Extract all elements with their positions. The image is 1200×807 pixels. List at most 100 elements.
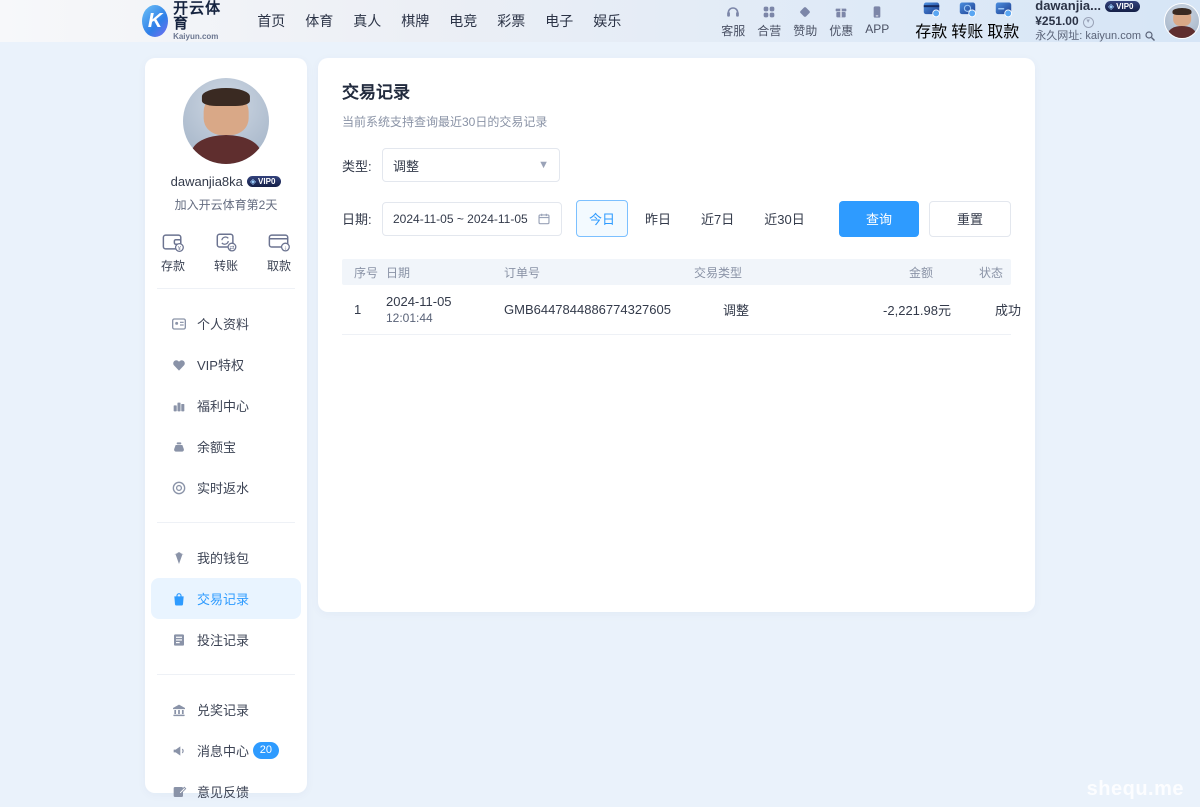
- topbar-username: dawanjia...: [1035, 0, 1101, 14]
- sidebar-transfer-button[interactable]: ⇄ 转账: [214, 231, 238, 274]
- sidebar-item-label: 兑奖记录: [197, 700, 249, 719]
- sidebar-item-feedback[interactable]: 意见反馈: [145, 771, 307, 807]
- transaction-records-panel: 交易记录 当前系统支持查询最近30日的交易记录 类型: 调整 ▼ 日期: 202…: [318, 58, 1035, 612]
- header-date: 日期: [386, 264, 504, 281]
- main-nav: 首页 体育 真人 棋牌 电竞 彩票 电子 娱乐: [247, 11, 631, 31]
- rebate-ring-icon: [171, 480, 187, 496]
- sidebar-item-wallet[interactable]: 我的钱包: [145, 537, 307, 578]
- sidebar-deposit-button[interactable]: ¥ 存款: [161, 231, 185, 274]
- prize-bank-icon: [171, 702, 187, 718]
- page-title: 交易记录: [342, 78, 1011, 103]
- sidebar-item-yuebao[interactable]: 余额宝: [145, 426, 307, 467]
- permanent-url-row[interactable]: 永久网址: kaiyun.com: [1035, 30, 1156, 43]
- transactions-table: 序号 日期 订单号 交易类型 金额 状态 1 2024-11-05 12:01:…: [342, 259, 1011, 335]
- diamond-icon: [787, 3, 823, 20]
- sidebar-quick-actions: ¥ 存款 ⇄ 转账 ↓ 取款: [145, 231, 307, 274]
- reset-button[interactable]: 重置: [929, 201, 1011, 237]
- joined-days-text: 加入开云体育第2天: [145, 196, 307, 213]
- withdraw-link[interactable]: 取款: [985, 1, 1021, 42]
- headset-icon: [715, 3, 751, 20]
- sidebar-item-rebate[interactable]: 实时返水: [145, 467, 307, 508]
- sidebar-item-label: 福利中心: [197, 396, 249, 415]
- welfare-gift-icon: [171, 398, 187, 414]
- megaphone-icon: [171, 743, 187, 759]
- vip-shield-icon: ◈: [1108, 2, 1114, 11]
- type-select-value: 调整: [393, 156, 419, 175]
- query-button[interactable]: 查询: [839, 201, 919, 237]
- profile-vip-badge: ◈VIP0: [247, 176, 282, 187]
- topbar: K 开云体育 Kaiyun.com 首页 体育 真人 棋牌 电竞 彩票 电子 娱…: [0, 0, 1200, 42]
- table-row: 1 2024-11-05 12:01:44 GMB644784488677432…: [342, 285, 1011, 335]
- brand-logo[interactable]: K 开云体育 Kaiyun.com: [142, 1, 225, 41]
- balance-amount: ¥251.00: [1035, 15, 1078, 29]
- app-link[interactable]: APP: [859, 3, 895, 39]
- bet-record-icon: [171, 632, 187, 648]
- nav-live[interactable]: 真人: [353, 11, 381, 31]
- date-range-input[interactable]: 2024-11-05 ~ 2024-11-05: [382, 202, 562, 236]
- sidebar-item-profile[interactable]: 个人资料: [145, 303, 307, 344]
- type-label: 类型:: [342, 156, 382, 175]
- nav-chess[interactable]: 棋牌: [401, 11, 429, 31]
- balance-row[interactable]: ¥251.00 ▾: [1035, 15, 1156, 29]
- profile-avatar[interactable]: [183, 78, 269, 164]
- date-range-value: 2024-11-05 ~ 2024-11-05: [393, 212, 528, 226]
- withdraw-card-icon: [985, 1, 1021, 18]
- sidebar-item-transactions[interactable]: 交易记录: [151, 578, 301, 619]
- nav-entertainment[interactable]: 娱乐: [593, 11, 621, 31]
- sidebar-item-bets[interactable]: 投注记录: [145, 619, 307, 660]
- range-7days-button[interactable]: 近7日: [688, 200, 747, 237]
- nav-esports[interactable]: 电竞: [449, 11, 477, 31]
- divider: [157, 522, 295, 523]
- cell-amount: -2,221.98元: [801, 300, 951, 319]
- sidebar-item-messages[interactable]: 消息中心 20: [145, 730, 307, 771]
- header-index: 序号: [342, 264, 386, 281]
- phone-icon: [859, 3, 895, 20]
- service-link[interactable]: 客服: [715, 3, 751, 39]
- type-select[interactable]: 调整 ▼: [382, 148, 560, 182]
- sidebar-item-vip[interactable]: VIP特权: [145, 344, 307, 385]
- range-30days-button[interactable]: 近30日: [751, 200, 817, 237]
- range-today-button[interactable]: 今日: [576, 200, 628, 237]
- header-status: 状态: [933, 264, 1011, 281]
- table-header-row: 序号 日期 订单号 交易类型 金额 状态: [342, 259, 1011, 285]
- sidebar-item-label: 消息中心: [197, 741, 249, 760]
- promo-link[interactable]: 优惠: [823, 3, 859, 39]
- nav-lottery[interactable]: 彩票: [497, 11, 525, 31]
- top-quick-links: 客服 合营 赞助 优惠: [715, 3, 895, 39]
- partnership-link[interactable]: 合营: [751, 3, 787, 39]
- sidebar-item-label: 交易记录: [197, 589, 249, 608]
- topbar-user-summary[interactable]: dawanjia... ◈VIP0 ¥251.00 ▾ 永久网址: kaiyun…: [1035, 0, 1156, 43]
- sidebar-item-label: 实时返水: [197, 478, 249, 497]
- search-icon[interactable]: [1144, 30, 1156, 42]
- avatar-image: [183, 78, 269, 164]
- topbar-avatar[interactable]: [1164, 3, 1200, 39]
- brand-domain: Kaiyun.com: [173, 33, 225, 41]
- transfer-card-icon: [949, 1, 985, 18]
- deposit-card-icon: [913, 1, 949, 18]
- wallet-outline-icon: ¥: [161, 231, 185, 253]
- svg-text:⇄: ⇄: [229, 245, 234, 251]
- vip-heart-icon: [171, 357, 187, 373]
- transfer-outline-icon: ⇄: [214, 231, 238, 253]
- sidebar-item-welfare[interactable]: 福利中心: [145, 385, 307, 426]
- brand-monogram-icon: K: [142, 5, 168, 37]
- vip-badge: ◈VIP0: [1105, 1, 1140, 12]
- transfer-link[interactable]: 转账: [949, 1, 985, 42]
- nav-home[interactable]: 首页: [257, 11, 285, 31]
- range-yesterday-button[interactable]: 昨日: [632, 200, 684, 237]
- page: K 开云体育 Kaiyun.com 首页 体育 真人 棋牌 电竞 彩票 电子 娱…: [0, 0, 1200, 807]
- sponsor-link[interactable]: 赞助: [787, 3, 823, 39]
- cell-transaction-type: 调整: [671, 300, 801, 319]
- balance-caret-icon[interactable]: ▾: [1083, 17, 1094, 28]
- nav-sports[interactable]: 体育: [305, 11, 333, 31]
- sidebar-withdraw-button[interactable]: ↓ 取款: [267, 231, 291, 274]
- nav-slots[interactable]: 电子: [545, 11, 573, 31]
- chevron-down-icon: ▼: [538, 159, 549, 171]
- transaction-bag-icon: [171, 591, 187, 607]
- deposit-link[interactable]: 存款: [913, 1, 949, 42]
- cell-order-number: GMB6447844886774327605: [504, 302, 671, 317]
- permanent-url: 永久网址: kaiyun.com: [1035, 30, 1141, 43]
- sidebar-item-prizes[interactable]: 兑奖记录: [145, 689, 307, 730]
- wallet-gem-icon: [171, 550, 187, 566]
- unread-count-badge: 20: [253, 742, 279, 759]
